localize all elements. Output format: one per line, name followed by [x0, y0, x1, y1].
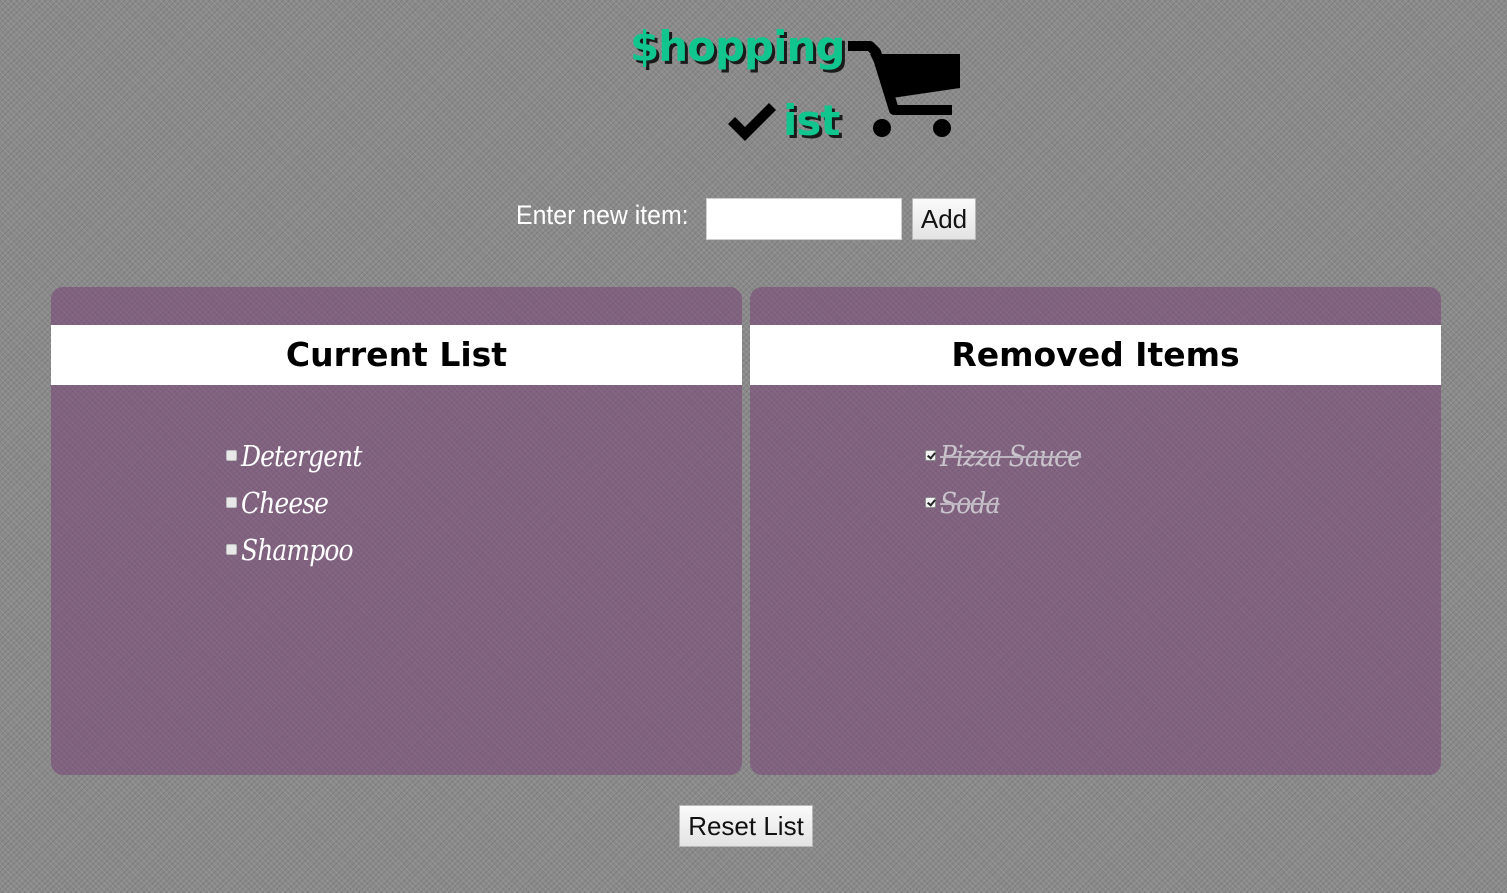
item-checkbox[interactable] — [226, 544, 237, 555]
logo-word-list: ist — [783, 96, 840, 145]
item-label: Cheese — [241, 485, 329, 520]
shopping-cart-icon — [848, 41, 960, 137]
current-list-heading: Current List — [51, 325, 742, 385]
current-list-panel: Current List Detergent Cheese Shampoo — [51, 287, 742, 775]
removed-items-heading: Removed Items — [750, 325, 1441, 385]
add-button[interactable]: Add — [912, 198, 976, 240]
new-item-label: Enter new item: — [516, 200, 689, 230]
logo-word-shopping: $hopping — [630, 22, 845, 71]
current-list-items: Detergent Cheese Shampoo — [226, 432, 381, 573]
checkmark-icon — [728, 103, 776, 141]
new-item-input[interactable] — [706, 198, 902, 240]
list-item: Shampoo — [226, 526, 381, 573]
removed-items-panel: Removed Items Pizza Sauce Soda — [750, 287, 1441, 775]
item-checkbox-checked[interactable] — [925, 497, 936, 508]
item-checkbox-checked[interactable] — [925, 450, 936, 461]
item-label: Shampoo — [241, 532, 354, 567]
item-checkbox[interactable] — [226, 450, 237, 461]
list-item: Soda — [925, 479, 1104, 526]
item-label: Detergent — [241, 438, 362, 473]
item-checkbox[interactable] — [226, 497, 237, 508]
list-item: Detergent — [226, 432, 381, 479]
reset-list-button[interactable]: Reset List — [679, 805, 813, 847]
app-logo: $hopping ist — [620, 18, 970, 148]
list-item: Pizza Sauce — [925, 432, 1104, 479]
removed-items-list: Pizza Sauce Soda — [925, 432, 1104, 526]
item-label: Soda — [940, 485, 1000, 520]
item-label: Pizza Sauce — [940, 438, 1082, 473]
list-item: Cheese — [226, 479, 381, 526]
